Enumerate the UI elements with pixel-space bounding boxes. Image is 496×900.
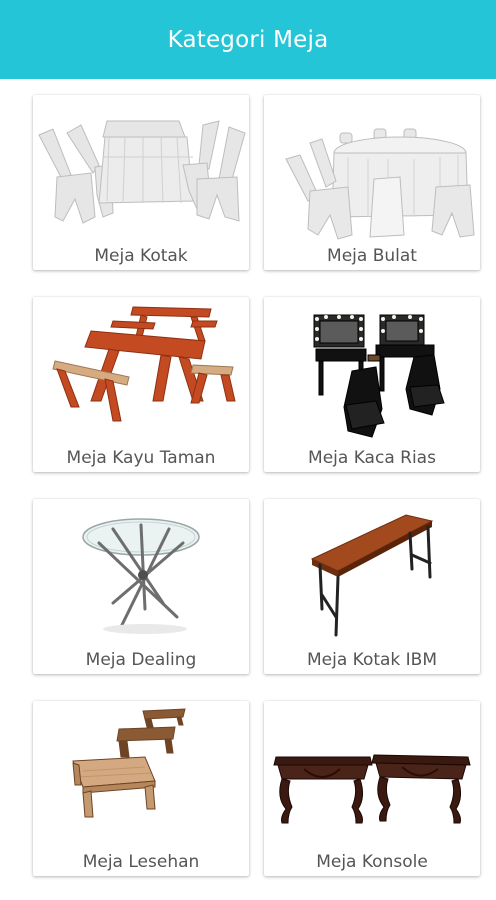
category-card-meja-dealing[interactable]: Meja Dealing [33, 499, 249, 674]
category-grid: Meja Kotak Meja Bulat Meja Kayu Taman Me… [0, 79, 496, 900]
page-title: Kategori Meja [167, 26, 329, 53]
category-card-meja-kaca-rias[interactable]: Meja Kaca Rias [264, 297, 480, 472]
folding-table-image [310, 514, 434, 637]
category-card-meja-bulat[interactable]: Meja Bulat [264, 95, 480, 270]
category-card-meja-lesehan[interactable]: Meja Lesehan [33, 701, 249, 876]
category-label: Meja Kotak IBM [306, 650, 438, 670]
category-card-meja-konsole[interactable]: Meja Konsole [264, 701, 480, 876]
category-label: Meja Dealing [85, 650, 197, 670]
category-label: Meja Kaca Rias [308, 448, 436, 468]
category-card-meja-kayu-taman[interactable]: Meja Kayu Taman [33, 297, 249, 472]
rectangular-table-image [38, 120, 246, 224]
category-label: Meja Kayu Taman [66, 448, 216, 468]
category-label: Meja Lesehan [82, 852, 200, 872]
category-label: Meja Kotak [94, 246, 188, 266]
picnic-table-image [52, 306, 236, 422]
category-card-meja-kotak[interactable]: Meja Kotak [33, 95, 249, 270]
category-label: Meja Konsole [316, 852, 428, 872]
floor-table-image [72, 708, 186, 818]
vanity-table-image [313, 314, 445, 438]
category-card-meja-kotak-ibm[interactable]: Meja Kotak IBM [264, 499, 480, 674]
glass-table-image [82, 518, 200, 634]
round-table-image [285, 128, 475, 240]
console-table-image [273, 754, 471, 824]
category-label: Meja Bulat [327, 246, 417, 266]
app-bar: Kategori Meja [0, 0, 496, 79]
